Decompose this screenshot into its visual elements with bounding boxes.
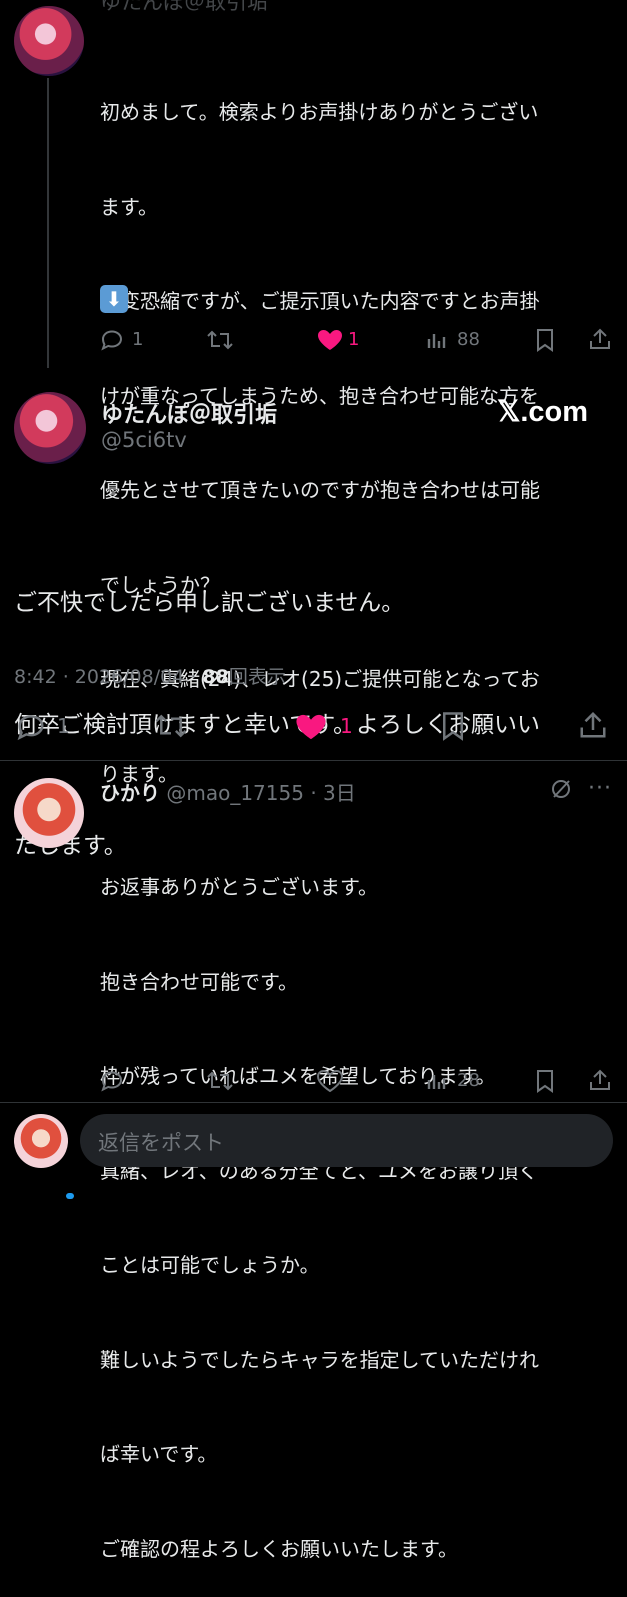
- tweet-text: お返事ありがとうございます。 抱き合わせ可能です。 枠が残っていればユメを希望し…: [100, 809, 620, 1597]
- reply-input[interactable]: 返信をポスト: [80, 1114, 613, 1167]
- view-count: 88: [457, 329, 480, 350]
- like-icon[interactable]: [316, 328, 344, 352]
- views-label: 回表示: [228, 666, 286, 688]
- divider: [0, 1102, 627, 1103]
- reply-placeholder: 返信をポスト: [98, 1131, 224, 1155]
- thread-line: [47, 78, 49, 368]
- handle-time[interactable]: @mao_17155 · 3日: [166, 781, 355, 805]
- tweet-header-partial: ゆたんぽ＠取引垢: [100, 0, 268, 14]
- tweet-timestamp: 8:42 · 2026/08/04 · 88回表示: [14, 662, 286, 689]
- like-icon[interactable]: [294, 712, 328, 742]
- text-line: ことは可能でしょうか。: [100, 1253, 320, 1277]
- text-line: お返事ありがとうございます。: [100, 875, 378, 899]
- bookmark-icon[interactable]: [535, 1069, 555, 1093]
- tweet-header: ひかり @mao_17155 · 3日: [100, 777, 356, 806]
- view-count: 28: [457, 1070, 480, 1091]
- bookmark-icon[interactable]: [535, 328, 555, 352]
- text-line: 初めまして。検索よりお声掛けありがとうござい: [100, 100, 539, 124]
- avatar[interactable]: [14, 6, 84, 76]
- more-icon[interactable]: ···: [588, 776, 612, 801]
- text-line: ご不快でしたら申し訳ございません。: [14, 590, 405, 616]
- text-line: ます。: [100, 194, 158, 219]
- views-icon[interactable]: [427, 330, 449, 350]
- view-count: 88: [202, 666, 229, 688]
- avatar[interactable]: [14, 392, 86, 464]
- display-name[interactable]: ひかり: [100, 781, 160, 805]
- display-name[interactable]: ゆたんぽ＠取引垢: [101, 397, 277, 429]
- share-icon[interactable]: [588, 327, 612, 351]
- avatar: [14, 1114, 68, 1168]
- reply-icon[interactable]: [100, 1070, 124, 1092]
- reply-icon[interactable]: [16, 713, 46, 741]
- grok-icon[interactable]: [550, 778, 572, 800]
- text-line: 難しいようでしたらキャラを指定していただけれ: [100, 1347, 539, 1372]
- views-icon[interactable]: [427, 1071, 449, 1091]
- down-arrow-emoji: ⬇: [100, 285, 128, 313]
- text-line: ご確認の程よろしくお願いいたします。: [100, 1536, 458, 1561]
- text-line: ば幸いです。: [100, 1442, 218, 1466]
- x-com-logo: 𝕏.com: [497, 396, 589, 428]
- bookmark-icon[interactable]: [440, 711, 466, 741]
- like-count: 1: [348, 329, 360, 350]
- user-handle[interactable]: @5ci6tv: [101, 428, 187, 452]
- text-line: 大変恐縮ですが、ご提示頂いた内容ですとお声掛: [100, 289, 540, 313]
- reply-count: 1: [57, 714, 70, 738]
- retweet-icon[interactable]: [206, 1070, 234, 1092]
- retweet-icon[interactable]: [206, 329, 234, 351]
- share-icon[interactable]: [588, 1068, 612, 1092]
- home-indicator: [66, 1193, 74, 1199]
- reply-icon[interactable]: [100, 329, 124, 351]
- text-line: 抱き合わせ可能です。: [100, 969, 298, 994]
- avatar[interactable]: [14, 778, 84, 848]
- retweet-icon[interactable]: [154, 712, 188, 740]
- share-icon[interactable]: [578, 710, 608, 740]
- reply-count: 1: [132, 329, 144, 350]
- like-count: 1: [340, 714, 353, 738]
- divider: [0, 760, 627, 761]
- time-text: 8:42 · 2026/08/04 ·: [14, 666, 203, 688]
- like-icon[interactable]: [316, 1069, 344, 1093]
